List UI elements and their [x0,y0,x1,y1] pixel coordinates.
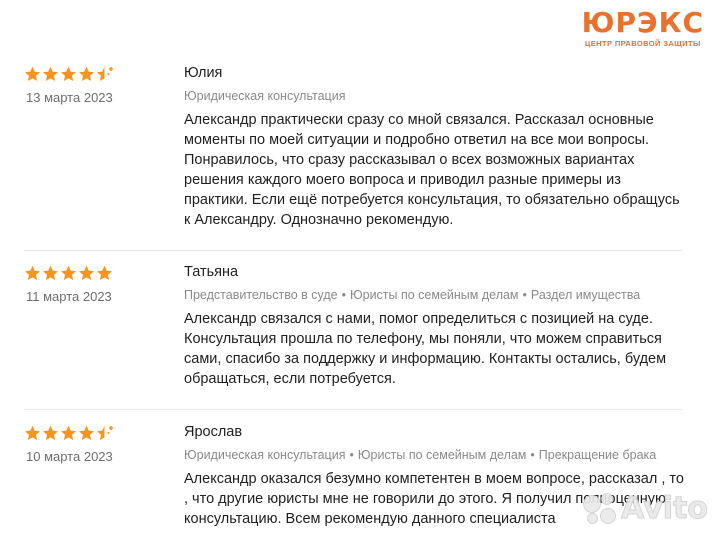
avito-watermark: Avito [583,491,709,527]
star-full-icon [24,265,41,282]
star-half-icon [96,66,113,83]
header-bar: ЮРЭКС ЦЕНТР ПРАВОВОЙ ЗАЩИТЫ [0,0,720,56]
tag-separator: • [522,288,527,302]
star-full-icon [24,425,41,442]
service-tag: Юридическая консультация [184,89,346,103]
star-half-icon [96,425,113,442]
divider [24,250,682,251]
review-text: Александр практически сразу со мной связ… [184,112,680,228]
star-full-icon [60,265,77,282]
reviewer-name: Юлия [184,65,223,81]
star-full-icon [78,425,95,442]
service-tag: Представительство в суде [184,288,338,302]
star-full-icon [78,66,95,83]
rating-stars [24,263,114,283]
review-date: 11 марта 2023 [26,289,112,304]
review-text: Александр связался с нами, помог определ… [184,311,667,387]
star-full-icon [60,425,77,442]
service-tags: Юридическая консультация • Юристы по семей… [184,448,656,462]
reviewer-name: Татьяна [184,264,239,280]
brand-logo-subtitle: ЦЕНТР ПРАВОВОЙ ЗАЩИТЫ [584,39,701,48]
reviewer-name: Ярослав [184,424,243,440]
review-date: 13 марта 2023 [26,90,113,105]
star-full-icon [60,66,77,83]
service-tag: Раздел имущества [530,288,641,302]
avito-watermark-text: Avito [621,491,709,527]
review-date: 10 марта 2023 [26,449,113,464]
star-full-icon [42,425,59,442]
divider [24,409,682,410]
service-tag: Юридическая консультация [184,448,346,462]
service-tag: Юристы по семейным делам [357,448,527,462]
tag-separator: • [341,288,346,302]
star-full-icon [42,265,59,282]
star-full-icon [42,66,59,83]
tag-separator: • [349,448,354,462]
brand-logo: ЮРЭКС ЦЕНТР ПРАВОВОЙ ЗАЩИТЫ [581,6,704,49]
service-tags: Юридическая консультация [184,89,345,103]
service-tag: Юристы по семейным делам [349,288,519,302]
service-tags: Представительство в суде • Юристы по семей… [184,288,640,302]
star-full-icon [24,66,41,83]
tag-separator: • [530,448,535,462]
brand-logo-main: ЮРЭКС [581,6,704,39]
star-full-icon [96,265,113,282]
service-tag: Прекращение брака [538,448,657,462]
star-full-icon [78,265,95,282]
rating-stars [24,423,114,443]
avito-logo-icon [583,492,617,525]
rating-stars [24,64,114,84]
